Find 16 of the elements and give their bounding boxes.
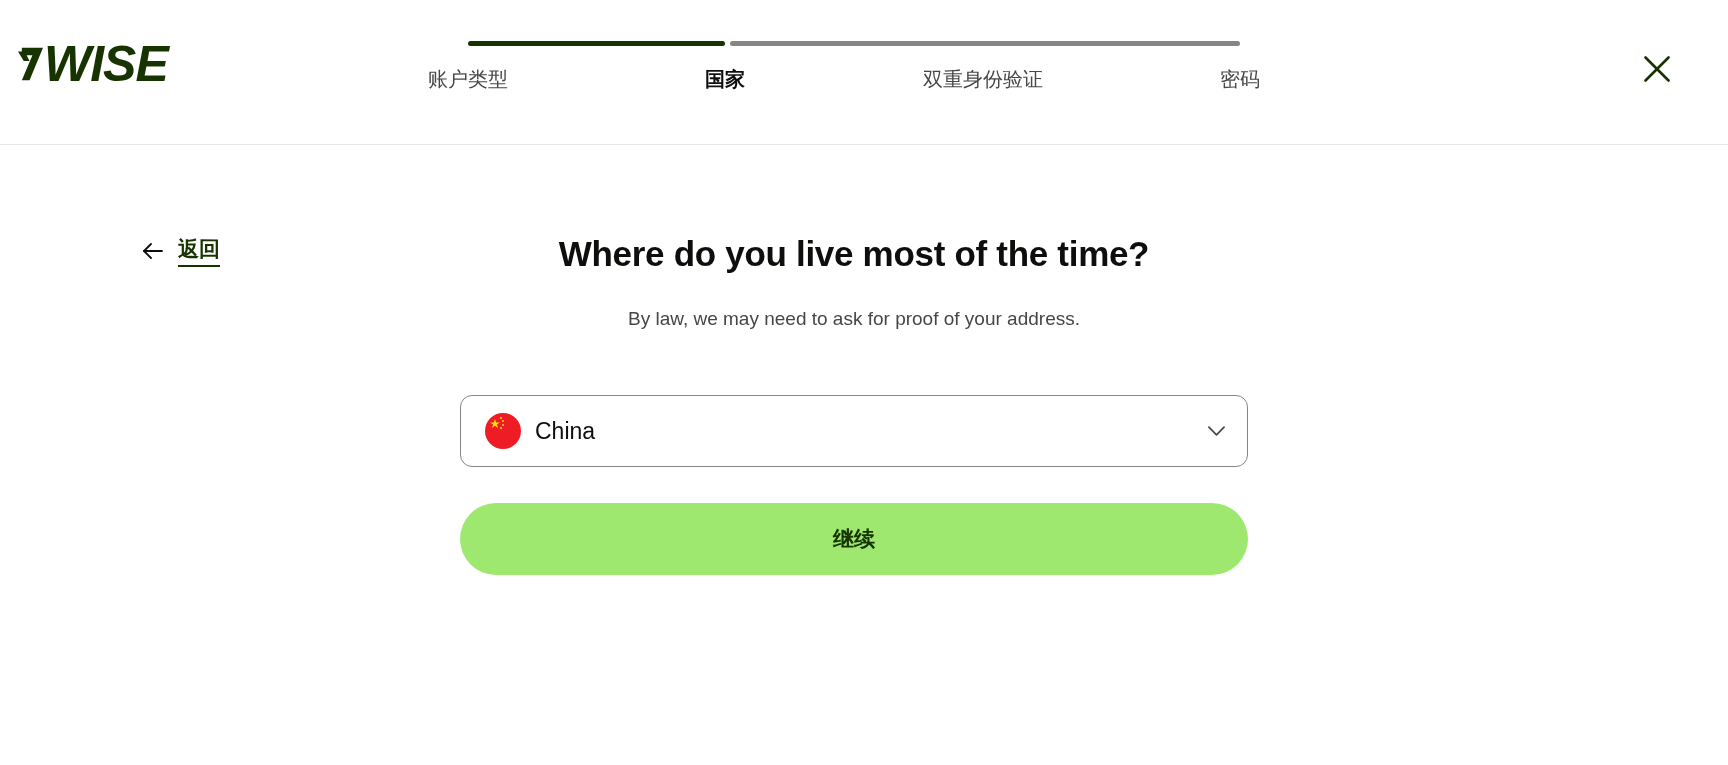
close-button[interactable] — [1643, 55, 1671, 83]
step-label: 双重身份验证 — [922, 67, 1043, 92]
wise-logo[interactable]: WISE — [18, 44, 168, 84]
question-title: Where do you live most of the time? — [557, 233, 1151, 275]
question-subtitle: By law, we may need to ask for proof of your address. — [627, 307, 1081, 331]
back-link[interactable]: 返回 — [143, 235, 220, 267]
close-icon — [1644, 56, 1670, 82]
country-select[interactable]: China — [460, 395, 1248, 467]
step-label: 账户类型 — [428, 67, 508, 92]
step-label: 密码 — [1220, 67, 1260, 92]
arrow-left-icon — [143, 243, 163, 259]
flag-icon — [485, 413, 521, 449]
continue-button[interactable]: 继续 — [460, 503, 1248, 575]
chevron-down-icon — [1208, 426, 1225, 436]
step-label: 国家 — [705, 67, 746, 92]
logo-mark-icon — [18, 47, 43, 81]
